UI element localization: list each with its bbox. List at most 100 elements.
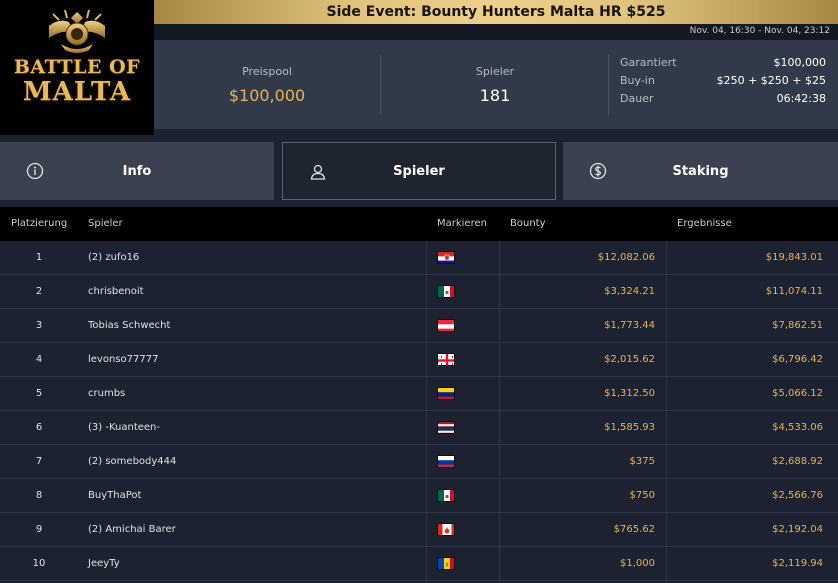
row-player-name[interactable]: levonso77777	[88, 354, 158, 365]
row-place: 9	[35, 524, 43, 535]
tab-info[interactable]: Info	[0, 142, 274, 200]
column-divider	[426, 513, 427, 546]
buyin-row: Buy-in $250 + $250 + $25	[620, 74, 826, 92]
table-row[interactable]: 1 (2) zufo16 $12,082.06 $19,843.01	[0, 241, 838, 275]
logo-line-1: BATTLE OF	[13, 56, 141, 78]
row-player-name[interactable]: (3) -Kuanteen-	[88, 422, 160, 433]
croatia-flag-icon	[437, 251, 455, 264]
row-flag	[437, 421, 455, 434]
row-bounty: $1,312.50	[604, 388, 655, 399]
row-player-name[interactable]: crumbs	[88, 388, 125, 399]
column-divider	[426, 309, 427, 342]
table-header: Platzierung Spieler Markieren Bounty Erg…	[0, 207, 838, 241]
table-row[interactable]: 9 (2) Amichai Barer $765.62 $2,192.04	[0, 513, 838, 547]
dollar-coin-icon	[589, 162, 607, 180]
row-place: 5	[35, 388, 43, 399]
header-bounty[interactable]: Bounty	[510, 218, 665, 229]
event-date-range: Nov. 04, 16:30 - Nov. 04, 23:12	[689, 26, 830, 36]
prize-pool-value: $100,000	[228, 85, 306, 105]
row-flag	[437, 319, 455, 332]
row-bounty: $375	[629, 456, 655, 467]
russia-flag-icon	[437, 455, 455, 468]
table-row[interactable]: 3 Tobias Schwecht $1,773.44 $7,862.51	[0, 309, 838, 343]
header-place[interactable]: Platzierung	[11, 218, 67, 229]
row-flag	[437, 557, 455, 570]
row-place: 2	[35, 286, 43, 297]
tab-players-label: Spieler	[393, 163, 445, 179]
row-place: 1	[35, 252, 43, 263]
row-place: 6	[35, 422, 43, 433]
row-flag	[437, 251, 455, 264]
column-divider	[426, 411, 427, 444]
players-stat: Spieler 181	[380, 40, 610, 129]
guaranteed-value: $100,000	[773, 56, 827, 69]
table-row[interactable]: 10 JeeyTy $1,000 $2,119.94	[0, 547, 838, 581]
row-player-name[interactable]: JeeyTy	[88, 558, 120, 569]
prize-pool-stat: Preispool $100,000	[154, 40, 380, 129]
row-bounty: $3,324.21	[604, 286, 655, 297]
row-bounty: $2,015.62	[604, 354, 655, 365]
row-place: 4	[35, 354, 43, 365]
row-place: 3	[35, 320, 43, 331]
row-flag	[437, 387, 455, 400]
row-result: $2,566.76	[772, 490, 823, 501]
event-details: Garantiert $100,000 Buy-in $250 + $250 +…	[620, 56, 826, 110]
guaranteed-label: Garantiert	[620, 56, 677, 69]
row-player-name[interactable]: chrisbenoit	[88, 286, 144, 297]
logo-line-2: MALTA	[22, 77, 132, 107]
row-bounty: $12,082.06	[597, 252, 655, 263]
tab-info-label: Info	[122, 163, 152, 179]
info-icon	[26, 162, 44, 180]
row-player-name[interactable]: Tobias Schwecht	[88, 320, 170, 331]
canada-flag-icon	[437, 523, 455, 536]
row-player-name[interactable]: BuyThaPot	[88, 490, 141, 501]
row-flag	[437, 285, 455, 298]
row-player-name[interactable]: (2) zufo16	[88, 252, 139, 263]
table-body: 1 (2) zufo16 $12,082.06 $19,843.01 2 chrisben…	[0, 241, 838, 581]
row-bounty: $1,773.44	[604, 320, 655, 331]
prize-pool-label: Preispool	[242, 64, 292, 78]
duration-value: 06:42:38	[776, 92, 826, 105]
row-result: $2,192.04	[772, 524, 823, 535]
row-bounty: $765.62	[613, 524, 655, 535]
row-result: $4,533.06	[772, 422, 823, 433]
column-divider	[426, 479, 427, 512]
column-divider	[426, 275, 427, 308]
table-row[interactable]: 6 (3) -Kuanteen- $1,585.93 $4,533.06	[0, 411, 838, 445]
guaranteed-row: Garantiert $100,000	[620, 56, 826, 74]
tab-players[interactable]: Spieler	[282, 142, 556, 200]
battle-of-malta-logo: BATTLE OF MALTA	[0, 0, 154, 135]
header-result[interactable]: Ergebnisse	[677, 218, 833, 229]
row-place: 10	[32, 558, 46, 569]
table-row[interactable]: 4 levonso77777 $2,015.62 $6,796.42	[0, 343, 838, 377]
tab-staking-label: Staking	[672, 163, 729, 179]
mexico-flag-icon	[437, 489, 455, 502]
row-player-name[interactable]: (2) somebody444	[88, 456, 176, 467]
event-title: Side Event: Bounty Hunters Malta HR $525	[326, 4, 666, 20]
moldova-flag-icon	[437, 557, 455, 570]
row-result: $7,862.51	[772, 320, 823, 331]
event-date-bar: Nov. 04, 16:30 - Nov. 04, 23:12	[154, 24, 838, 40]
header-player[interactable]: Spieler	[88, 218, 123, 229]
event-stats-panel: Preispool $100,000 Spieler 181 Garantier…	[154, 40, 838, 129]
duration-label: Dauer	[620, 92, 654, 105]
column-divider	[426, 343, 427, 376]
players-label: Spieler	[475, 64, 515, 78]
row-flag	[437, 353, 455, 366]
duration-row: Dauer 06:42:38	[620, 92, 826, 110]
row-bounty: $1,000	[620, 558, 655, 569]
column-divider	[426, 377, 427, 410]
thailand-flag-icon	[437, 421, 455, 434]
table-row[interactable]: 5 crumbs $1,312.50 $5,066.12	[0, 377, 838, 411]
row-player-name[interactable]: (2) Amichai Barer	[88, 524, 176, 535]
row-result: $19,843.01	[765, 252, 823, 263]
tab-staking[interactable]: Staking	[563, 142, 838, 200]
table-row[interactable]: 2 chrisbenoit $3,324.21 $11,074.11	[0, 275, 838, 309]
row-flag	[437, 455, 455, 468]
header-flag[interactable]: Markieren	[437, 218, 487, 231]
row-result: $2,688.92	[772, 456, 823, 467]
mexico-flag-icon	[437, 285, 455, 298]
table-row[interactable]: 8 BuyThaPot $750 $2,566.76	[0, 479, 838, 513]
table-row[interactable]: 7 (2) somebody444 $375 $2,688.92	[0, 445, 838, 479]
buyin-value: $250 + $250 + $25	[716, 74, 826, 87]
